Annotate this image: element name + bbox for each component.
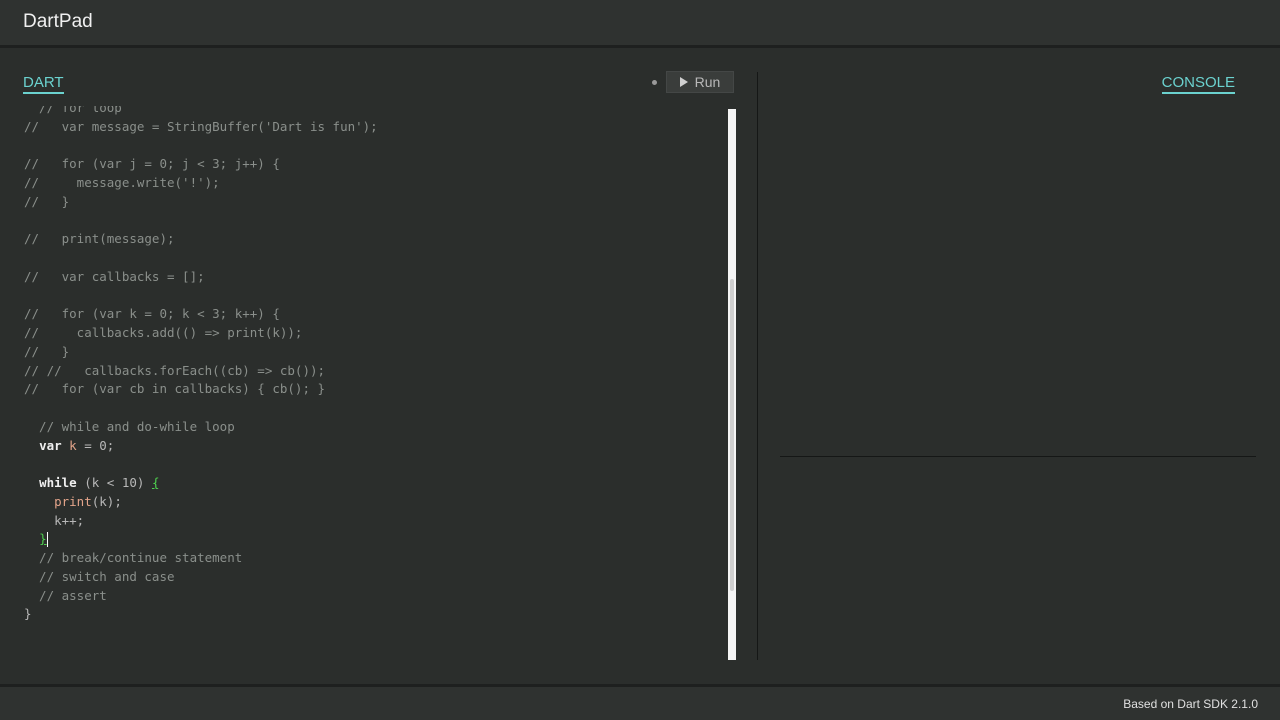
- status-dot: [652, 80, 657, 85]
- code-content[interactable]: // for loop // var message = StringBuffer…: [24, 106, 378, 624]
- code-line[interactable]: // switch and case: [24, 568, 378, 587]
- code-token: = 0;: [76, 437, 115, 453]
- code-line[interactable]: var k = 0;: [24, 437, 378, 456]
- code-line[interactable]: k++;: [24, 512, 378, 531]
- code-token: k++;: [24, 512, 85, 528]
- code-token: // var callbacks = [];: [24, 268, 205, 284]
- code-token: // assert: [24, 587, 107, 603]
- code-token: // switch and case: [24, 568, 175, 584]
- code-line[interactable]: // // callbacks.forEach((cb) => cb());: [24, 362, 378, 381]
- code-line[interactable]: // }: [24, 343, 378, 362]
- code-token: while: [39, 475, 77, 490]
- code-line[interactable]: [24, 137, 378, 156]
- code-line[interactable]: while (k < 10) {: [24, 474, 378, 493]
- code-token: // message.write('!');: [24, 175, 220, 190]
- code-token: // for (var k = 0; k < 3; k++) {: [24, 306, 280, 322]
- app-title: DartPad: [23, 11, 93, 32]
- code-token: // break/continue statement: [24, 550, 243, 565]
- code-token: // while and do-while loop: [24, 418, 235, 434]
- code-line[interactable]: // assert: [24, 587, 378, 606]
- code-line[interactable]: // }: [24, 193, 378, 212]
- code-line[interactable]: [24, 287, 378, 306]
- code-line[interactable]: // print(message);: [24, 230, 378, 249]
- code-line[interactable]: [24, 212, 378, 231]
- code-token: // for loop: [24, 106, 122, 115]
- code-token: }: [24, 606, 32, 622]
- text-cursor: [46, 532, 48, 548]
- code-token: // var message = StringBuffer('Dart is f…: [24, 118, 378, 134]
- sdk-version-label: Based on Dart SDK 2.1.0: [1123, 697, 1258, 711]
- code-line[interactable]: [24, 455, 378, 474]
- code-line[interactable]: // break/continue statement: [24, 549, 378, 568]
- code-token: (k < 10): [76, 475, 152, 490]
- code-line[interactable]: // var message = StringBuffer('Dart is f…: [24, 118, 378, 137]
- code-line[interactable]: [24, 249, 378, 268]
- code-line[interactable]: // message.write('!');: [24, 174, 378, 193]
- tab-dart[interactable]: DART: [23, 74, 64, 94]
- console-output: [780, 108, 1256, 458]
- run-button[interactable]: Run: [666, 71, 734, 93]
- code-line[interactable]: // var callbacks = [];: [24, 268, 378, 287]
- code-line[interactable]: // for (var cb in callbacks) { cb(); }: [24, 380, 378, 399]
- code-line[interactable]: // for (var k = 0; k < 3; k++) {: [24, 305, 378, 324]
- panel-divider[interactable]: [757, 72, 758, 660]
- editor-scrollbar[interactable]: [728, 109, 736, 660]
- code-token: (k);: [91, 493, 122, 509]
- code-token: var: [39, 437, 62, 453]
- code-token: print: [54, 493, 92, 509]
- code-editor[interactable]: // for loop // var message = StringBuffer…: [0, 106, 728, 660]
- code-token: {: [151, 475, 160, 490]
- console-divider[interactable]: [780, 456, 1256, 457]
- code-line[interactable]: // callbacks.add(() => print(k));: [24, 324, 378, 343]
- code-line[interactable]: print(k);: [24, 493, 378, 512]
- code-line[interactable]: // while and do-while loop: [24, 418, 378, 437]
- run-label: Run: [694, 74, 721, 90]
- code-token: }: [39, 531, 47, 547]
- editor-scrollbar-thumb[interactable]: [730, 279, 734, 591]
- code-token: // print(message);: [24, 231, 175, 247]
- footer: Based on Dart SDK 2.1.0: [0, 684, 1280, 720]
- code-token: // // callbacks.forEach((cb) => cb());: [24, 362, 326, 378]
- code-token: // }: [24, 343, 70, 359]
- code-line[interactable]: }: [24, 530, 378, 549]
- main-panel: DART Run // for loop // var message = Str…: [0, 48, 1280, 684]
- code-line[interactable]: // for (var j = 0; j < 3; j++) {: [24, 155, 378, 174]
- code-line[interactable]: // for loop: [24, 106, 378, 118]
- code-line[interactable]: }: [24, 605, 378, 624]
- tab-console[interactable]: CONSOLE: [1161, 74, 1235, 94]
- code-token: // for (var cb in callbacks) { cb(); }: [24, 381, 326, 397]
- code-token: // for (var j = 0; j < 3; j++) {: [24, 156, 280, 172]
- app-header: DartPad: [0, 0, 1280, 48]
- code-line[interactable]: [24, 399, 378, 418]
- code-token: // }: [24, 193, 70, 209]
- code-token: // callbacks.add(() => print(k));: [24, 325, 303, 340]
- play-icon: [679, 77, 688, 87]
- code-token: k: [69, 437, 77, 453]
